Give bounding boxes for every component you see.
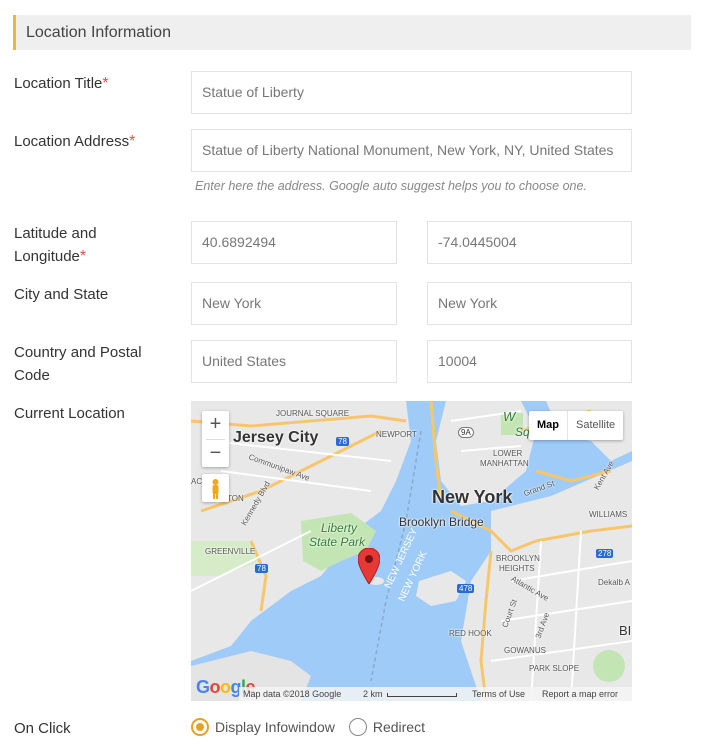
map-label-wa-2: Sq [515,425,530,439]
required-mark: * [79,248,87,265]
country-postal-label: Country and Postal Code [14,341,142,387]
map-label-brooklyn-heights-2: HEIGHTS [499,564,535,573]
map-label-lower-manhattan-1: LOWER [493,449,523,458]
on-click-redirect-option[interactable]: Redirect [348,718,425,736]
route-78-shield-icon: 78 [336,437,349,446]
map-label-greenville: GREENVILLE [205,547,256,556]
country-postal-label-line1: Country and Postal [14,344,142,361]
map-label-wa-1: W [503,409,516,424]
route-78-shield-icon: 78 [255,564,268,573]
city-input[interactable]: New York [191,282,397,325]
map-type-map-button[interactable]: Map [529,411,568,440]
map-label-gowanus: GOWANUS [504,646,546,655]
lat-lng-label-line2: Longitude [14,248,80,265]
location-address-input[interactable]: Statue of Liberty National Monument, New… [191,129,632,172]
redirect-option-label: Redirect [372,719,425,735]
map-label-jersey-city: Jersey City [233,429,319,446]
location-address-label: Location Address* [14,130,135,153]
google-logo-letter: G [196,677,210,697]
country-input[interactable]: United States [191,340,397,383]
map-label-bi: BI [619,623,632,638]
map-type-control: Map Satellite [529,411,624,440]
location-title-label: Location Title* [14,72,109,95]
route-9a-shield-icon: 9A [458,427,474,438]
location-map[interactable]: Jersey City JOURNAL SQUARE NEWPORT New Y… [191,401,632,701]
zoom-controls: + − [202,411,229,467]
on-click-infowindow-option[interactable]: Display Infowindow [191,718,335,736]
lat-lng-label: Latitude and Longitude* [14,222,97,268]
map-label-newport: NEWPORT [376,430,417,439]
map-label-park-slope: PARK SLOPE [529,664,580,673]
map-label-ton: TON [227,494,244,503]
map-scale-bar [387,693,457,697]
zoom-in-button[interactable]: + [202,411,229,439]
street-view-pegman-icon[interactable] [202,474,229,502]
current-location-label: Current Location [14,405,125,422]
map-terms-link[interactable]: Terms of Use [472,687,525,701]
longitude-input[interactable]: -74.0445004 [427,221,632,264]
zoom-out-button[interactable]: − [202,440,229,468]
section-title: Location Information [26,24,171,41]
map-label-lower-manhattan-2: MANHATTAN [480,459,529,468]
on-click-options: Display Infowindow Redirect [191,718,439,736]
postal-code-input[interactable]: 10004 [427,340,632,383]
map-label-brooklyn-heights-1: BROOKLYN [496,554,540,563]
map-label-dekalb: Dekalb A [598,578,631,587]
map-label-liberty-park-1: Liberty [321,521,358,535]
infowindow-option-label: Display Infowindow [215,719,335,735]
map-label-red-hook: RED HOOK [449,629,492,638]
latitude-input[interactable]: 40.6892494 [191,221,397,264]
state-input[interactable]: New York [427,282,632,325]
radio-unchecked-icon[interactable] [348,718,367,736]
lat-lng-label-line1: Latitude and [14,225,97,242]
google-logo-letter: o [220,677,231,697]
on-click-label: On Click [14,720,71,737]
route-478-shield-icon: 478 [457,584,475,593]
location-title-label-text: Location Title [14,75,103,92]
route-278-shield-icon: 278 [596,549,614,558]
google-logo-letter: o [209,677,221,697]
map-label-new-york: New York [432,487,513,507]
location-address-label-text: Location Address [14,133,130,150]
map-footer: Map data ©2018 Google 2 km Terms of Use … [239,687,632,701]
location-pin-icon[interactable] [358,548,380,584]
map-label-williams: WILLIAMS [589,510,628,519]
address-hint: Enter here the address. Google auto sugg… [195,179,587,193]
radio-checked-icon[interactable] [191,718,209,736]
required-mark: * [129,133,136,150]
map-report-error-link[interactable]: Report a map error [542,687,618,701]
map-scale-label: 2 km [363,689,383,699]
city-state-label: City and State [14,286,109,303]
section-header: Location Information [13,15,691,50]
required-mark: * [102,75,109,92]
map-label-journal-square: JOURNAL SQUARE [276,409,350,418]
map-label-liberty-park-2: State Park [309,535,366,549]
location-title-input[interactable]: Statue of Liberty [191,71,632,114]
map-type-satellite-button[interactable]: Satellite [568,411,623,440]
map-data-attribution: Map data ©2018 Google [243,689,342,699]
country-postal-label-line2: Code [14,367,50,384]
